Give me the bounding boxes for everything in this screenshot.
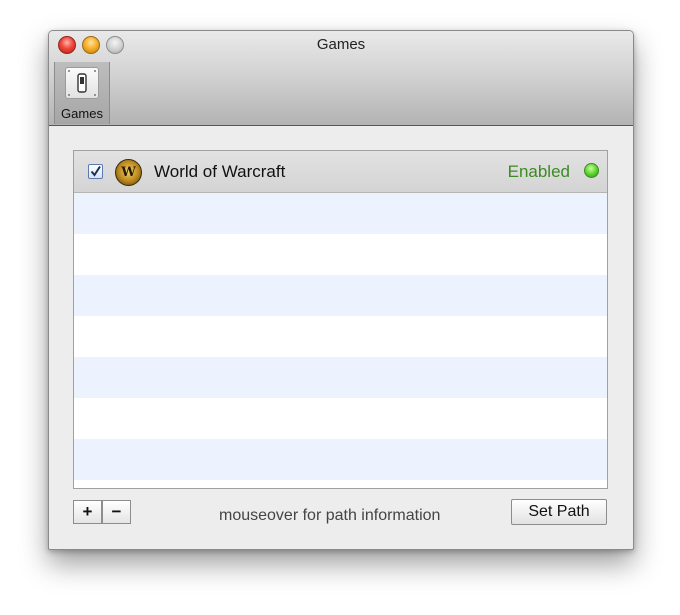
empty-row [74, 275, 607, 316]
warcraft-logo-letter: W [121, 165, 136, 180]
empty-row [74, 398, 607, 439]
toolbar-item-games[interactable]: Games [54, 62, 110, 124]
empty-row [74, 357, 607, 398]
empty-row [74, 316, 607, 357]
empty-row [74, 480, 607, 488]
status-label: Enabled [507, 162, 570, 181]
enable-checkbox[interactable] [88, 164, 103, 179]
status-indicator-icon [584, 163, 599, 178]
games-list[interactable]: W World of Warcraft Enabled [73, 150, 608, 489]
toolbar-item-label: Games [61, 106, 103, 121]
title-bar: Games Games [49, 31, 633, 126]
set-path-button[interactable]: Set Path [511, 499, 607, 525]
empty-row [74, 439, 607, 480]
game-name: World of Warcraft [154, 162, 286, 181]
add-game-button[interactable]: + [73, 500, 102, 524]
remove-game-button[interactable]: − [102, 500, 131, 524]
switch-icon [65, 67, 99, 99]
empty-row [74, 234, 607, 275]
game-row[interactable]: W World of Warcraft Enabled [74, 151, 607, 193]
path-hint-text: mouseover for path information [219, 507, 441, 524]
window-title: Games [316, 36, 366, 53]
games-window: Games Games W World of Warcraft Enabled … [48, 30, 634, 550]
warcraft-logo-icon: W [115, 159, 142, 186]
empty-row [74, 193, 607, 234]
